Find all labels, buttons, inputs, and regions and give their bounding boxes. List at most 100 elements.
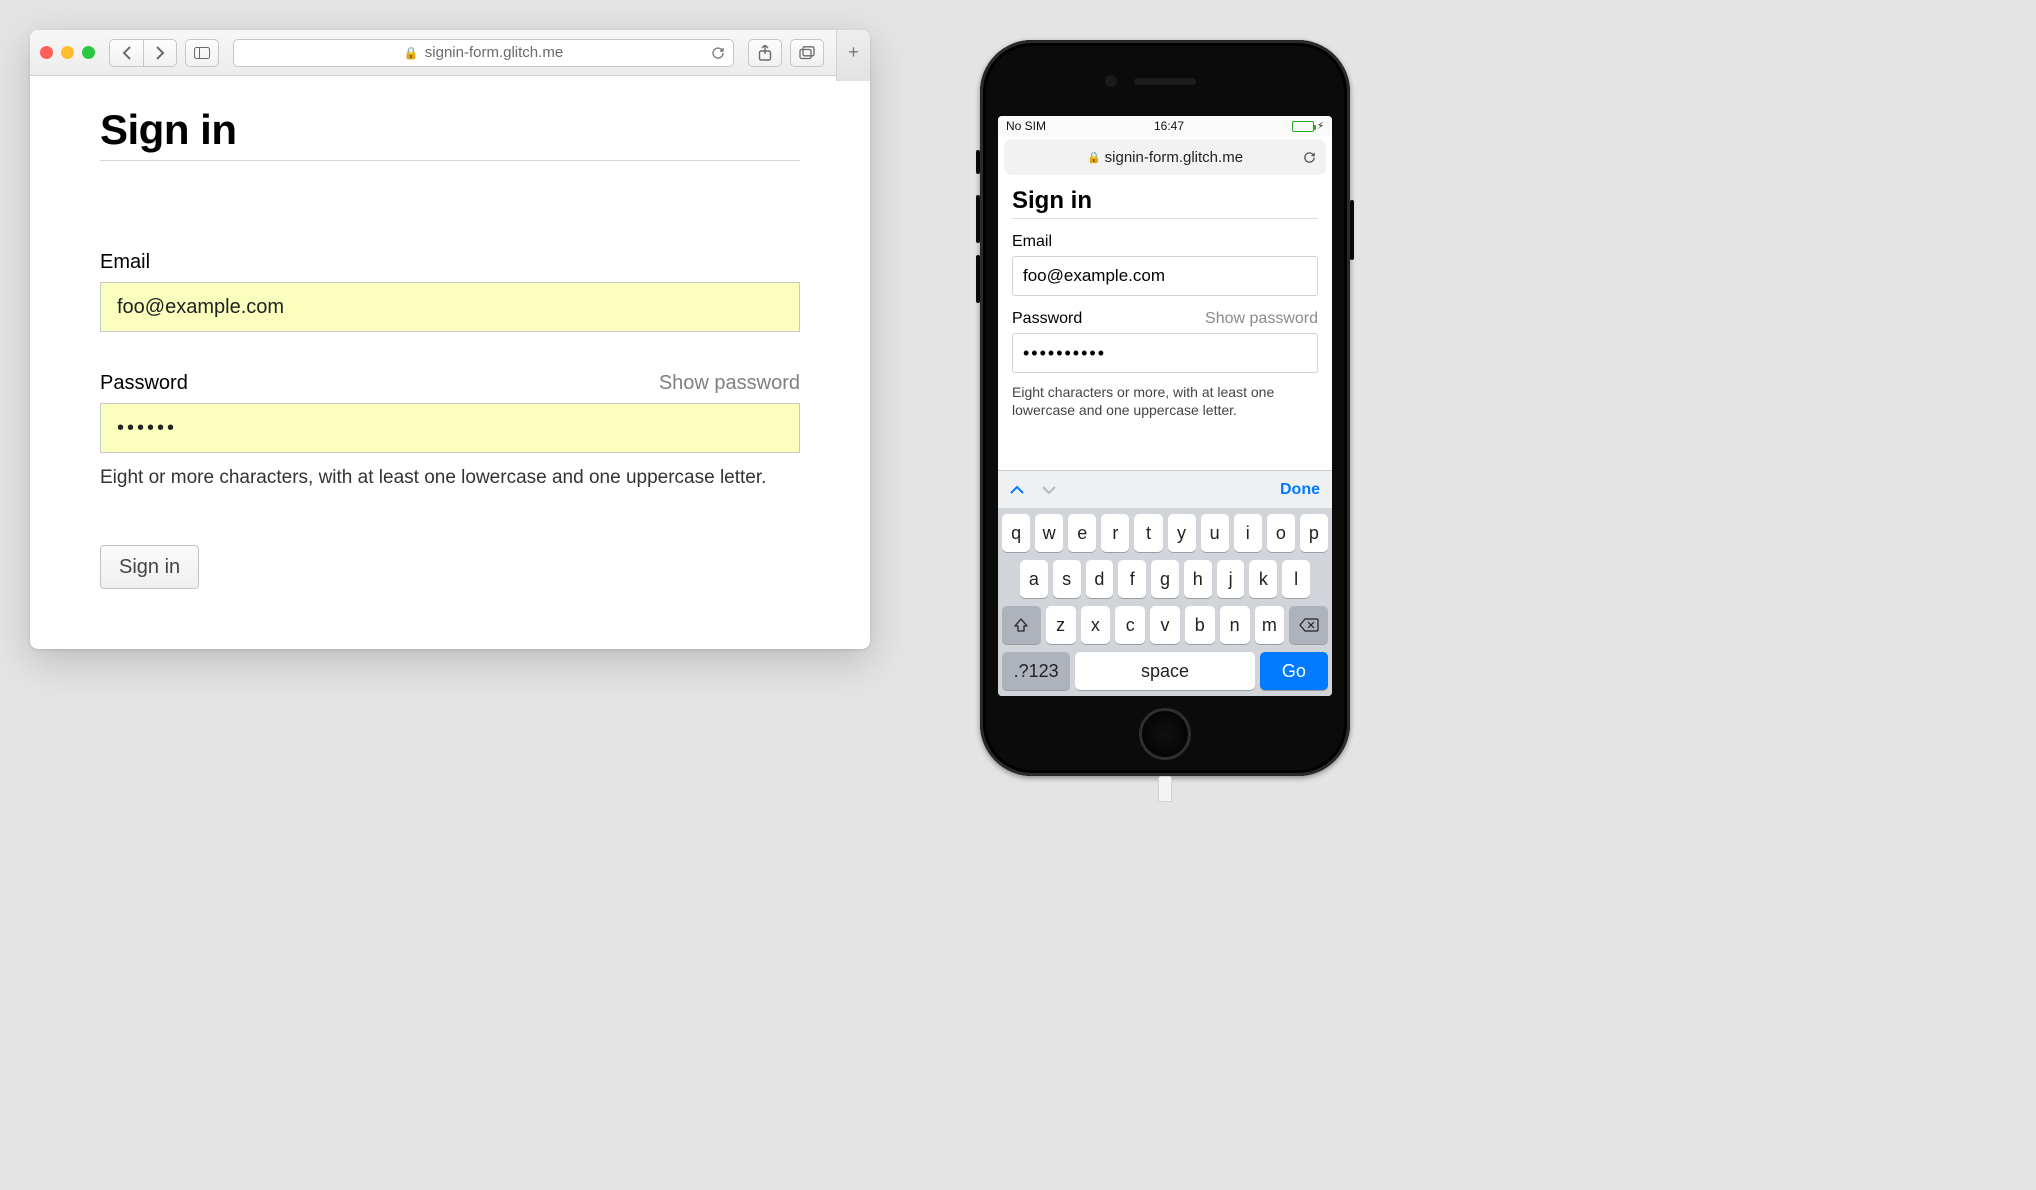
key-p[interactable]: p bbox=[1300, 514, 1328, 552]
key-b[interactable]: b bbox=[1185, 606, 1215, 644]
mobile-password-label: Password bbox=[1012, 310, 1082, 328]
keyboard-row-1: qwertyuiop bbox=[1002, 514, 1328, 552]
chevron-left-icon bbox=[122, 46, 132, 60]
reload-icon bbox=[711, 46, 725, 60]
share-button[interactable] bbox=[748, 39, 782, 67]
key-i[interactable]: i bbox=[1234, 514, 1262, 552]
keyboard-done-button[interactable]: Done bbox=[1280, 481, 1320, 499]
key-y[interactable]: y bbox=[1168, 514, 1196, 552]
email-input[interactable] bbox=[100, 282, 800, 332]
tabs-icon bbox=[799, 46, 815, 60]
key-h[interactable]: h bbox=[1184, 560, 1212, 598]
shift-key[interactable] bbox=[1002, 606, 1041, 644]
plus-icon: + bbox=[848, 42, 859, 63]
key-w[interactable]: w bbox=[1035, 514, 1063, 552]
key-m[interactable]: m bbox=[1255, 606, 1285, 644]
mobile-email-label: Email bbox=[1012, 233, 1052, 251]
zoom-window-button[interactable] bbox=[82, 46, 95, 59]
phone-camera bbox=[1105, 75, 1117, 87]
new-tab-button[interactable]: + bbox=[836, 30, 870, 81]
address-bar[interactable]: 🔒 signin-form.glitch.me bbox=[233, 39, 734, 67]
forward-button[interactable] bbox=[143, 39, 177, 67]
back-button[interactable] bbox=[109, 39, 143, 67]
password-input[interactable] bbox=[100, 403, 800, 453]
key-j[interactable]: j bbox=[1217, 560, 1245, 598]
mobile-address-bar[interactable]: 🔒 signin-form.glitch.me bbox=[1004, 139, 1326, 175]
password-label: Password bbox=[100, 372, 188, 395]
keyboard-mode-switch[interactable]: .?123 bbox=[1002, 652, 1070, 690]
key-o[interactable]: o bbox=[1267, 514, 1295, 552]
status-carrier: No SIM bbox=[1006, 119, 1046, 133]
key-t[interactable]: t bbox=[1134, 514, 1162, 552]
chevron-down-icon bbox=[1042, 485, 1056, 495]
phone-body: No SIM 16:47 ⚡︎ 🔒 signin-form.glitch.me … bbox=[980, 40, 1350, 776]
reload-button[interactable] bbox=[711, 46, 725, 60]
key-s[interactable]: s bbox=[1053, 560, 1081, 598]
show-password-toggle[interactable]: Show password bbox=[659, 372, 800, 395]
mobile-show-password-toggle[interactable]: Show password bbox=[1205, 310, 1318, 328]
signin-button[interactable]: Sign in bbox=[100, 545, 199, 589]
tabs-button[interactable] bbox=[790, 39, 824, 67]
mobile-password-field: Password Show password Eight characters … bbox=[1012, 310, 1318, 419]
go-key[interactable]: Go bbox=[1260, 652, 1328, 690]
lock-icon: 🔒 bbox=[404, 46, 419, 60]
form-next-button[interactable] bbox=[1042, 485, 1056, 495]
key-v[interactable]: v bbox=[1150, 606, 1180, 644]
safari-toolbar: 🔒 signin-form.glitch.me + bbox=[30, 30, 870, 76]
mobile-reload-button[interactable] bbox=[1303, 151, 1316, 164]
key-a[interactable]: a bbox=[1020, 560, 1048, 598]
key-u[interactable]: u bbox=[1201, 514, 1229, 552]
status-time: 16:47 bbox=[1154, 119, 1184, 133]
keyboard-row-2: asdfghjkl bbox=[1002, 560, 1328, 598]
key-e[interactable]: e bbox=[1068, 514, 1096, 552]
phone-screen: No SIM 16:47 ⚡︎ 🔒 signin-form.glitch.me … bbox=[998, 116, 1332, 696]
key-f[interactable]: f bbox=[1118, 560, 1146, 598]
key-r[interactable]: r bbox=[1101, 514, 1129, 552]
power-button bbox=[1350, 200, 1354, 260]
key-k[interactable]: k bbox=[1249, 560, 1277, 598]
address-bar-host: signin-form.glitch.me bbox=[425, 44, 563, 61]
battery-icon bbox=[1292, 121, 1314, 132]
backspace-key[interactable] bbox=[1289, 606, 1328, 644]
mobile-address-host: signin-form.glitch.me bbox=[1105, 149, 1243, 166]
key-d[interactable]: d bbox=[1086, 560, 1114, 598]
home-button[interactable] bbox=[1139, 708, 1191, 760]
mobile-page-title: Sign in bbox=[1012, 187, 1318, 219]
mobile-password-hint: Eight characters or more, with at least … bbox=[1012, 383, 1318, 419]
sidebar-button[interactable] bbox=[185, 39, 219, 67]
key-l[interactable]: l bbox=[1282, 560, 1310, 598]
key-q[interactable]: q bbox=[1002, 514, 1030, 552]
keyboard-accessory-bar: Done bbox=[998, 470, 1332, 508]
backspace-icon bbox=[1299, 618, 1319, 632]
lock-icon: 🔒 bbox=[1087, 151, 1101, 164]
soft-keyboard: qwertyuiop asdfghjkl zxcvbnm .?123 space… bbox=[998, 508, 1332, 696]
password-field-group: Password Show password Eight or more cha… bbox=[100, 372, 800, 489]
mobile-email-input[interactable] bbox=[1012, 256, 1318, 296]
key-n[interactable]: n bbox=[1220, 606, 1250, 644]
status-battery: ⚡︎ bbox=[1292, 121, 1324, 132]
mobile-password-input[interactable] bbox=[1012, 333, 1318, 373]
minimize-window-button[interactable] bbox=[61, 46, 74, 59]
mobile-email-field: Email bbox=[1012, 233, 1318, 296]
chevron-right-icon bbox=[155, 46, 165, 60]
key-z[interactable]: z bbox=[1046, 606, 1076, 644]
key-g[interactable]: g bbox=[1151, 560, 1179, 598]
keyboard-row-3: zxcvbnm bbox=[1002, 606, 1328, 644]
form-prev-button[interactable] bbox=[1010, 485, 1024, 495]
phone-speaker bbox=[1134, 78, 1196, 85]
nav-buttons bbox=[109, 39, 177, 67]
reload-icon bbox=[1303, 151, 1316, 164]
page-content: Sign in Email Password Show password Eig… bbox=[30, 76, 870, 649]
key-c[interactable]: c bbox=[1115, 606, 1145, 644]
iphone-device: No SIM 16:47 ⚡︎ 🔒 signin-form.glitch.me … bbox=[980, 40, 1350, 776]
shift-icon bbox=[1013, 617, 1029, 633]
chevron-up-icon bbox=[1010, 485, 1024, 495]
charging-icon: ⚡︎ bbox=[1317, 121, 1324, 132]
page-title: Sign in bbox=[100, 106, 800, 161]
keyboard-row-4: .?123 space Go bbox=[1002, 652, 1328, 690]
key-x[interactable]: x bbox=[1081, 606, 1111, 644]
password-hint: Eight or more characters, with at least … bbox=[100, 467, 800, 489]
share-icon bbox=[758, 45, 772, 61]
space-key[interactable]: space bbox=[1075, 652, 1254, 690]
close-window-button[interactable] bbox=[40, 46, 53, 59]
